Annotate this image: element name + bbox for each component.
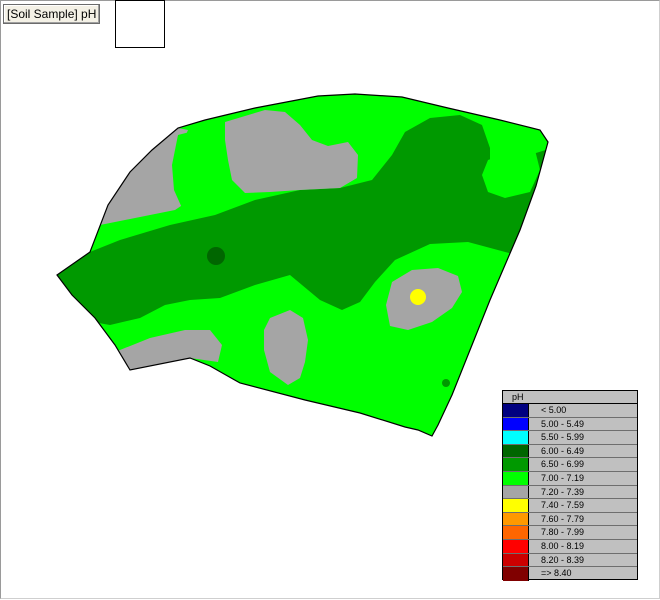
legend-range-label: 7.40 - 7.59 xyxy=(541,500,585,511)
legend-row: 7.00 - 7.19 xyxy=(503,471,637,486)
layer-title-button[interactable]: [Soil Sample] pH xyxy=(3,4,101,24)
blank-panel xyxy=(115,0,165,48)
legend-range-label: 7.80 - 7.99 xyxy=(541,527,585,538)
legend-range-label: < 5.00 xyxy=(541,405,567,415)
legend-row: < 5.00 xyxy=(503,404,637,418)
legend-range-label: 8.20 - 8.39 xyxy=(541,554,585,565)
legend-row: 8.00 - 8.19 xyxy=(503,539,637,554)
legend-row: 7.20 - 7.39 xyxy=(503,485,637,500)
legend-swatch xyxy=(503,553,529,567)
legend-swatch xyxy=(503,471,529,485)
legend-range-label: 8.00 - 8.19 xyxy=(541,540,585,551)
legend-row: 8.20 - 8.39 xyxy=(503,553,637,568)
legend-swatch xyxy=(503,431,529,444)
legend-row: 6.50 - 6.99 xyxy=(503,458,637,472)
legend-row: => 8.40 xyxy=(503,567,637,581)
legend-swatch xyxy=(503,539,529,553)
legend-swatch xyxy=(503,417,529,431)
legend-row: 7.60 - 7.79 xyxy=(503,512,637,527)
legend-range-label: 5.00 - 5.49 xyxy=(541,418,585,429)
legend-row: 7.40 - 7.59 xyxy=(503,499,637,513)
legend-range-label: 6.00 - 6.49 xyxy=(541,445,585,456)
legend-swatch xyxy=(503,485,529,499)
legend-swatch xyxy=(503,458,529,471)
spot-dark-green xyxy=(207,247,225,265)
legend-swatch xyxy=(503,567,529,581)
legend-row: 5.50 - 5.99 xyxy=(503,431,637,445)
legend-range-label: 6.50 - 6.99 xyxy=(541,459,585,470)
legend-range-label: 5.50 - 5.99 xyxy=(541,432,585,443)
legend-swatch xyxy=(503,499,529,512)
legend-swatch xyxy=(503,526,529,539)
legend-title: pH xyxy=(503,391,637,404)
legend-range-label: 7.20 - 7.39 xyxy=(541,486,585,497)
legend-row: 7.80 - 7.99 xyxy=(503,526,637,540)
spot-small-band xyxy=(442,379,450,387)
ph-legend: pH < 5.00 5.00 - 5.49 5.50 - 5.99 6.00 - 6.… xyxy=(502,390,638,581)
legend-swatch xyxy=(503,404,529,417)
legend-row: 5.00 - 5.49 xyxy=(503,417,637,432)
legend-range-label: 7.60 - 7.79 xyxy=(541,513,585,524)
legend-range-label: 7.00 - 7.19 xyxy=(541,472,585,483)
legend-rows: < 5.00 5.00 - 5.49 5.50 - 5.99 6.00 - 6.49 6… xyxy=(503,404,637,581)
legend-range-label: => 8.40 xyxy=(541,568,572,579)
legend-swatch xyxy=(503,444,529,458)
spot-yellow xyxy=(410,289,426,305)
legend-row: 6.00 - 6.49 xyxy=(503,444,637,459)
legend-swatch xyxy=(503,512,529,526)
